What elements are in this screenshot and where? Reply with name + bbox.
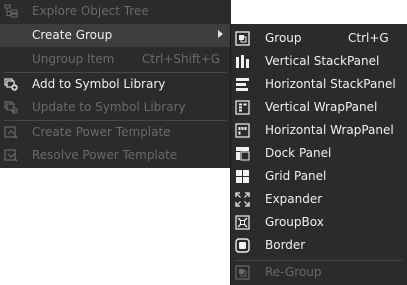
submenu-item-label: Expander xyxy=(265,192,323,206)
horizontal-wrappanel-icon xyxy=(235,123,250,138)
group-icon xyxy=(235,31,250,46)
vertical-wrappanel-icon xyxy=(235,100,250,115)
menu-item-label: Explore Object Tree xyxy=(32,4,149,18)
submenu-item-label: Border xyxy=(265,238,306,252)
menu-item-explore-object-tree[interactable]: Explore Object Tree xyxy=(0,0,231,23)
submenu-item-horizontal-wrappanel[interactable]: Horizontal WrapPanel xyxy=(231,119,407,142)
submenu-item-shortcut: Ctrl+G xyxy=(348,31,389,45)
submenu-item-label: Vertical StackPanel xyxy=(265,54,380,68)
border-icon xyxy=(235,238,250,253)
context-menu: Explore Object Tree Create Group Ungroup… xyxy=(0,0,231,168)
submenu-item-label: Group xyxy=(265,31,302,45)
menu-item-update-to-symbol-library[interactable]: Update to Symbol Library xyxy=(0,96,231,119)
submenu-item-grid-panel[interactable]: Grid Panel xyxy=(231,165,407,188)
submenu-item-regroup[interactable]: Re-Group xyxy=(231,261,407,284)
template-create-icon xyxy=(4,125,18,139)
menu-item-label: Ungroup Item xyxy=(32,52,115,66)
menu-item-create-power-template[interactable]: Create Power Template xyxy=(0,121,231,144)
menu-item-label: Add to Symbol Library xyxy=(32,77,166,91)
menu-item-shortcut: Ctrl+Shift+G xyxy=(142,52,221,66)
horizontal-stackpanel-icon xyxy=(235,77,250,92)
menu-item-label: Create Power Template xyxy=(32,125,171,139)
submenu-item-groupbox[interactable]: GroupBox xyxy=(231,211,407,234)
submenu-item-label: Grid Panel xyxy=(265,169,327,183)
regroup-icon xyxy=(235,265,250,280)
submenu-item-dock-panel[interactable]: Dock Panel xyxy=(231,142,407,165)
tree-icon xyxy=(4,4,18,18)
menu-item-label: Resolve Power Template xyxy=(32,148,178,162)
submenu-item-horizontal-stackpanel[interactable]: Horizontal StackPanel xyxy=(231,73,407,96)
expander-icon xyxy=(235,192,250,207)
menu-item-add-to-symbol-library[interactable]: Add to Symbol Library xyxy=(0,73,231,96)
submenu-item-label: GroupBox xyxy=(265,215,324,229)
submenu-item-border[interactable]: Border xyxy=(231,234,407,257)
submenu-item-group[interactable]: Group Ctrl+G xyxy=(231,27,407,50)
submenu-item-label: Dock Panel xyxy=(265,146,332,160)
grid-panel-icon xyxy=(235,169,250,184)
symbol-update-icon xyxy=(4,100,18,114)
create-group-submenu: Group Ctrl+G Vertical StackPanel Horizon… xyxy=(231,24,407,285)
symbol-add-icon xyxy=(4,77,18,91)
menu-item-create-group[interactable]: Create Group xyxy=(0,24,231,47)
submenu-item-label: Re-Group xyxy=(265,265,322,279)
vertical-stackpanel-icon xyxy=(235,54,250,69)
menu-item-label: Create Group xyxy=(32,28,113,42)
dock-panel-icon xyxy=(235,146,250,161)
submenu-arrow-icon xyxy=(218,30,223,38)
submenu-item-label: Horizontal WrapPanel xyxy=(265,123,394,137)
groupbox-icon xyxy=(235,215,250,230)
menu-item-ungroup-item[interactable]: Ungroup Item Ctrl+Shift+G xyxy=(0,48,231,71)
submenu-item-vertical-stackpanel[interactable]: Vertical StackPanel xyxy=(231,50,407,73)
menu-item-label: Update to Symbol Library xyxy=(32,100,186,114)
submenu-item-label: Horizontal StackPanel xyxy=(265,77,396,91)
template-resolve-icon xyxy=(4,148,18,162)
submenu-item-label: Vertical WrapPanel xyxy=(265,100,378,114)
submenu-item-vertical-wrappanel[interactable]: Vertical WrapPanel xyxy=(231,96,407,119)
submenu-item-expander[interactable]: Expander xyxy=(231,188,407,211)
context-menu-area: Explore Object Tree Create Group Ungroup… xyxy=(0,0,407,285)
menu-item-resolve-power-template[interactable]: Resolve Power Template xyxy=(0,144,231,167)
